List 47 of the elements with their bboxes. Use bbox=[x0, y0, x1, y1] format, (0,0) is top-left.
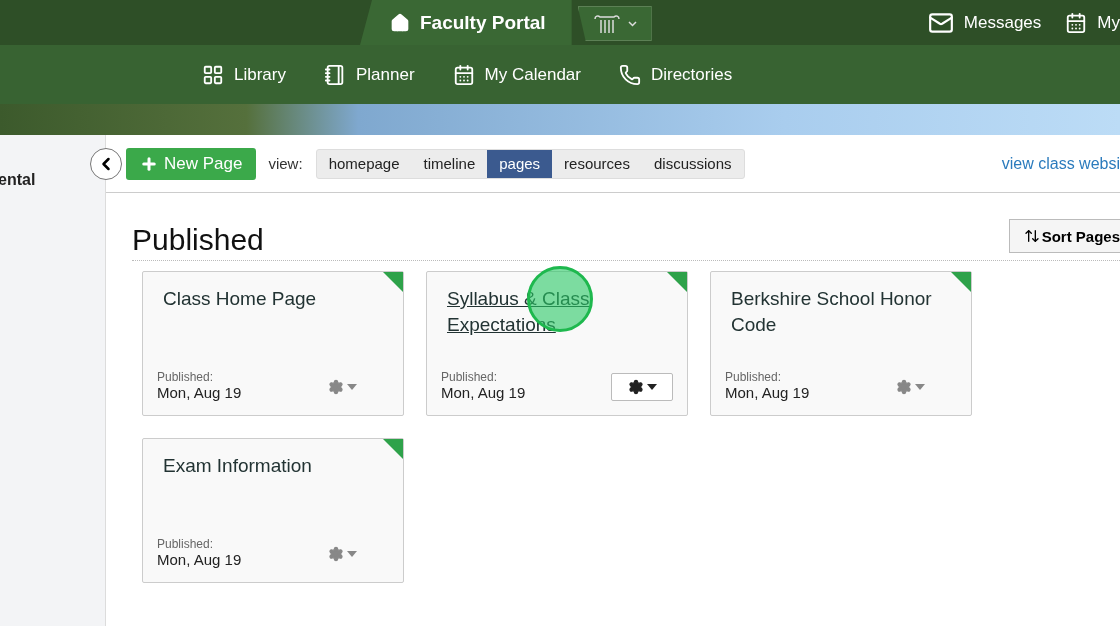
publish-date: Mon, Aug 19 bbox=[157, 551, 242, 568]
caret-icon bbox=[346, 551, 357, 557]
nav-link[interactable]: My Calendar bbox=[452, 63, 581, 86]
home-icon bbox=[390, 12, 410, 33]
sort-icon bbox=[1023, 228, 1040, 244]
status-label: Published: bbox=[157, 537, 215, 551]
settings-icon bbox=[327, 379, 344, 395]
settings-icon bbox=[895, 379, 912, 395]
view-tab[interactable]: timeline bbox=[411, 149, 488, 178]
caret-icon bbox=[914, 384, 925, 390]
view-tab[interactable]: pages bbox=[487, 149, 553, 178]
caret-icon bbox=[646, 384, 657, 390]
settings-icon bbox=[327, 546, 344, 562]
page-title-link[interactable]: Class Home Page bbox=[157, 286, 379, 312]
nav-link[interactable]: Planner bbox=[323, 63, 415, 86]
sort-pages-button[interactable]: Sort Pages bbox=[1008, 219, 1120, 253]
portal-tab[interactable]: Faculty Portal bbox=[360, 0, 572, 45]
settings-menu-button[interactable] bbox=[611, 373, 673, 401]
caret-icon bbox=[346, 384, 357, 390]
top-link[interactable]: My bbox=[1065, 11, 1120, 34]
page-title-link[interactable]: Exam Information bbox=[157, 453, 379, 479]
plus-icon bbox=[140, 154, 158, 173]
settings-icon bbox=[627, 379, 644, 395]
section-title: Published bbox=[132, 223, 264, 257]
publish-date: Mon, Aug 19 bbox=[157, 384, 242, 401]
view-tab[interactable]: homepage bbox=[316, 149, 412, 178]
calendar-icon bbox=[452, 63, 475, 86]
publish-date: Mon, Aug 19 bbox=[725, 384, 810, 401]
nav-link[interactable]: Library bbox=[202, 63, 286, 86]
nav-link[interactable]: Directories bbox=[618, 63, 733, 86]
chevron-down-icon bbox=[628, 20, 638, 27]
phone-icon bbox=[618, 63, 641, 86]
top-link[interactable]: Messages bbox=[927, 9, 1042, 36]
grid-icon bbox=[202, 63, 224, 86]
view-tab[interactable]: resources bbox=[552, 149, 642, 178]
page-title-link[interactable]: Berkshire School Honor Code bbox=[725, 286, 947, 338]
school-menu-button[interactable] bbox=[577, 6, 652, 41]
calendar-icon bbox=[1065, 11, 1088, 34]
publish-date: Mon, Aug 19 bbox=[441, 384, 526, 401]
view-tab[interactable]: discussions bbox=[641, 149, 744, 178]
notebook-icon bbox=[323, 63, 346, 86]
status-label: Published: bbox=[725, 370, 783, 384]
column-logo-icon bbox=[592, 12, 623, 35]
status-label: Published: bbox=[157, 370, 215, 384]
view-website-link[interactable]: view class websi bbox=[1001, 154, 1120, 173]
status-label: Published: bbox=[441, 370, 499, 384]
view-label: view: bbox=[268, 155, 303, 172]
